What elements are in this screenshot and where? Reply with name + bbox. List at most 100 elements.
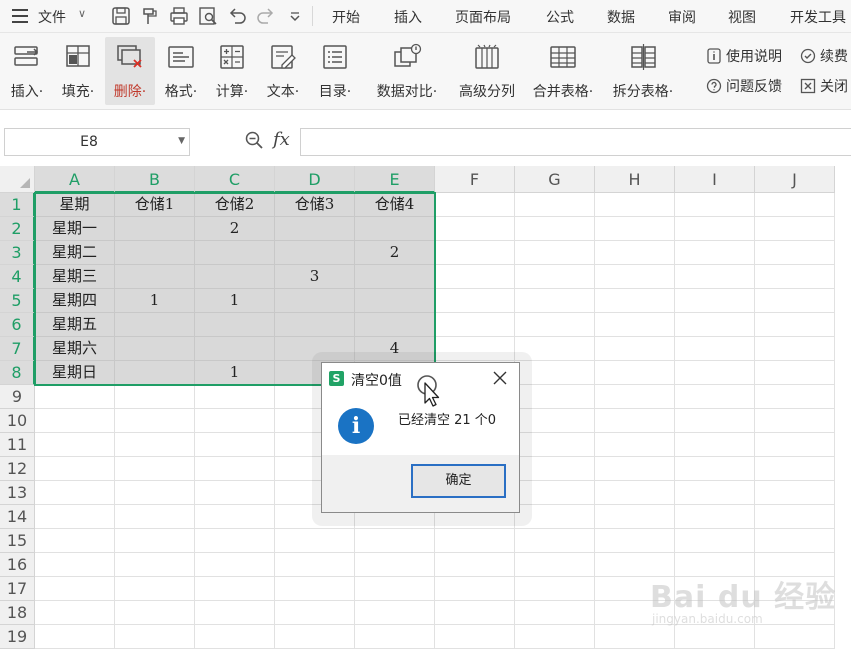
text-button[interactable]: 文本· (259, 37, 307, 105)
cell-c14[interactable] (195, 505, 275, 529)
column-header-g[interactable]: G (515, 166, 595, 193)
cell-c2[interactable]: 2 (195, 217, 275, 241)
row-header-17[interactable]: 17 (0, 577, 35, 601)
formula-input[interactable] (300, 128, 851, 156)
cell-a9[interactable] (35, 385, 115, 409)
cell-c11[interactable] (195, 433, 275, 457)
cell-h12[interactable] (595, 457, 675, 481)
cell-i8[interactable] (675, 361, 755, 385)
column-header-j[interactable]: J (755, 166, 835, 193)
cell-h5[interactable] (595, 289, 675, 313)
cell-i3[interactable] (675, 241, 755, 265)
column-header-d[interactable]: D (275, 166, 355, 193)
column-header-b[interactable]: B (115, 166, 195, 193)
cell-f15[interactable] (435, 529, 515, 553)
tab-data[interactable]: 数据 (607, 7, 635, 27)
cell-e4[interactable] (355, 265, 435, 289)
cell-i2[interactable] (675, 217, 755, 241)
cell-b12[interactable] (115, 457, 195, 481)
cell-h2[interactable] (595, 217, 675, 241)
cell-a1[interactable]: 星期 (35, 193, 115, 217)
cell-a14[interactable] (35, 505, 115, 529)
cell-a5[interactable]: 星期四 (35, 289, 115, 313)
cell-c8[interactable]: 1 (195, 361, 275, 385)
row-header-7[interactable]: 7 (0, 337, 35, 361)
cell-h9[interactable] (595, 385, 675, 409)
cell-b2[interactable] (115, 217, 195, 241)
cell-h7[interactable] (595, 337, 675, 361)
close-link[interactable]: 关闭 (800, 76, 848, 96)
chevron-down-icon[interactable]: ∨ (78, 7, 86, 20)
row-header-13[interactable]: 13 (0, 481, 35, 505)
column-header-i[interactable]: I (675, 166, 755, 193)
cell-b18[interactable] (115, 601, 195, 625)
cell-a3[interactable]: 星期二 (35, 241, 115, 265)
column-header-c[interactable]: C (195, 166, 275, 193)
cell-j1[interactable] (755, 193, 835, 217)
cell-i9[interactable] (675, 385, 755, 409)
row-header-4[interactable]: 4 (0, 265, 35, 289)
cell-f16[interactable] (435, 553, 515, 577)
cell-h11[interactable] (595, 433, 675, 457)
customize-toolbar-icon[interactable] (284, 5, 306, 27)
tab-review[interactable]: 审阅 (668, 7, 696, 27)
ok-button[interactable]: 确定 (411, 464, 506, 498)
row-header-15[interactable]: 15 (0, 529, 35, 553)
cell-i6[interactable] (675, 313, 755, 337)
cell-c5[interactable]: 1 (195, 289, 275, 313)
tab-page-layout[interactable]: 页面布局 (455, 7, 511, 27)
column-header-h[interactable]: H (595, 166, 675, 193)
delete-button[interactable]: 删除· (105, 37, 155, 105)
data-compare-button[interactable]: 数据对比· (372, 37, 442, 105)
cell-f6[interactable] (435, 313, 515, 337)
cell-d2[interactable] (275, 217, 355, 241)
cell-g6[interactable] (515, 313, 595, 337)
cell-a4[interactable]: 星期三 (35, 265, 115, 289)
cell-j15[interactable] (755, 529, 835, 553)
cell-h13[interactable] (595, 481, 675, 505)
split-table-button[interactable]: 拆分表格· (606, 37, 680, 105)
row-header-11[interactable]: 11 (0, 433, 35, 457)
cell-g18[interactable] (515, 601, 595, 625)
cell-b15[interactable] (115, 529, 195, 553)
toc-button[interactable]: 目录· (311, 37, 359, 105)
column-header-e[interactable]: E (355, 166, 435, 193)
cell-c10[interactable] (195, 409, 275, 433)
cell-i7[interactable] (675, 337, 755, 361)
cell-h4[interactable] (595, 265, 675, 289)
cell-c9[interactable] (195, 385, 275, 409)
cell-d1[interactable]: 仓储3 (275, 193, 355, 217)
cell-b1[interactable]: 仓储1 (115, 193, 195, 217)
cell-e18[interactable] (355, 601, 435, 625)
cell-a19[interactable] (35, 625, 115, 649)
cell-b6[interactable] (115, 313, 195, 337)
function-icon[interactable]: fx (273, 129, 290, 150)
cell-i10[interactable] (675, 409, 755, 433)
cell-a13[interactable] (35, 481, 115, 505)
row-header-6[interactable]: 6 (0, 313, 35, 337)
cell-e3[interactable]: 2 (355, 241, 435, 265)
format-button[interactable]: 格式· (158, 37, 204, 105)
cell-c6[interactable] (195, 313, 275, 337)
cell-h1[interactable] (595, 193, 675, 217)
cell-c7[interactable] (195, 337, 275, 361)
cell-g3[interactable] (515, 241, 595, 265)
row-header-3[interactable]: 3 (0, 241, 35, 265)
redo-icon[interactable] (255, 5, 277, 27)
advanced-split-button[interactable]: 高级分列 (454, 37, 520, 105)
cell-b16[interactable] (115, 553, 195, 577)
cell-a15[interactable] (35, 529, 115, 553)
cell-g5[interactable] (515, 289, 595, 313)
cell-f17[interactable] (435, 577, 515, 601)
cell-a7[interactable]: 星期六 (35, 337, 115, 361)
hamburger-menu-icon[interactable] (12, 9, 28, 23)
cell-f4[interactable] (435, 265, 515, 289)
chevron-down-icon[interactable]: ▼ (178, 136, 185, 146)
row-header-16[interactable]: 16 (0, 553, 35, 577)
cell-d19[interactable] (275, 625, 355, 649)
cell-d18[interactable] (275, 601, 355, 625)
cell-b17[interactable] (115, 577, 195, 601)
cell-j5[interactable] (755, 289, 835, 313)
cell-a8[interactable]: 星期日 (35, 361, 115, 385)
cell-d5[interactable] (275, 289, 355, 313)
